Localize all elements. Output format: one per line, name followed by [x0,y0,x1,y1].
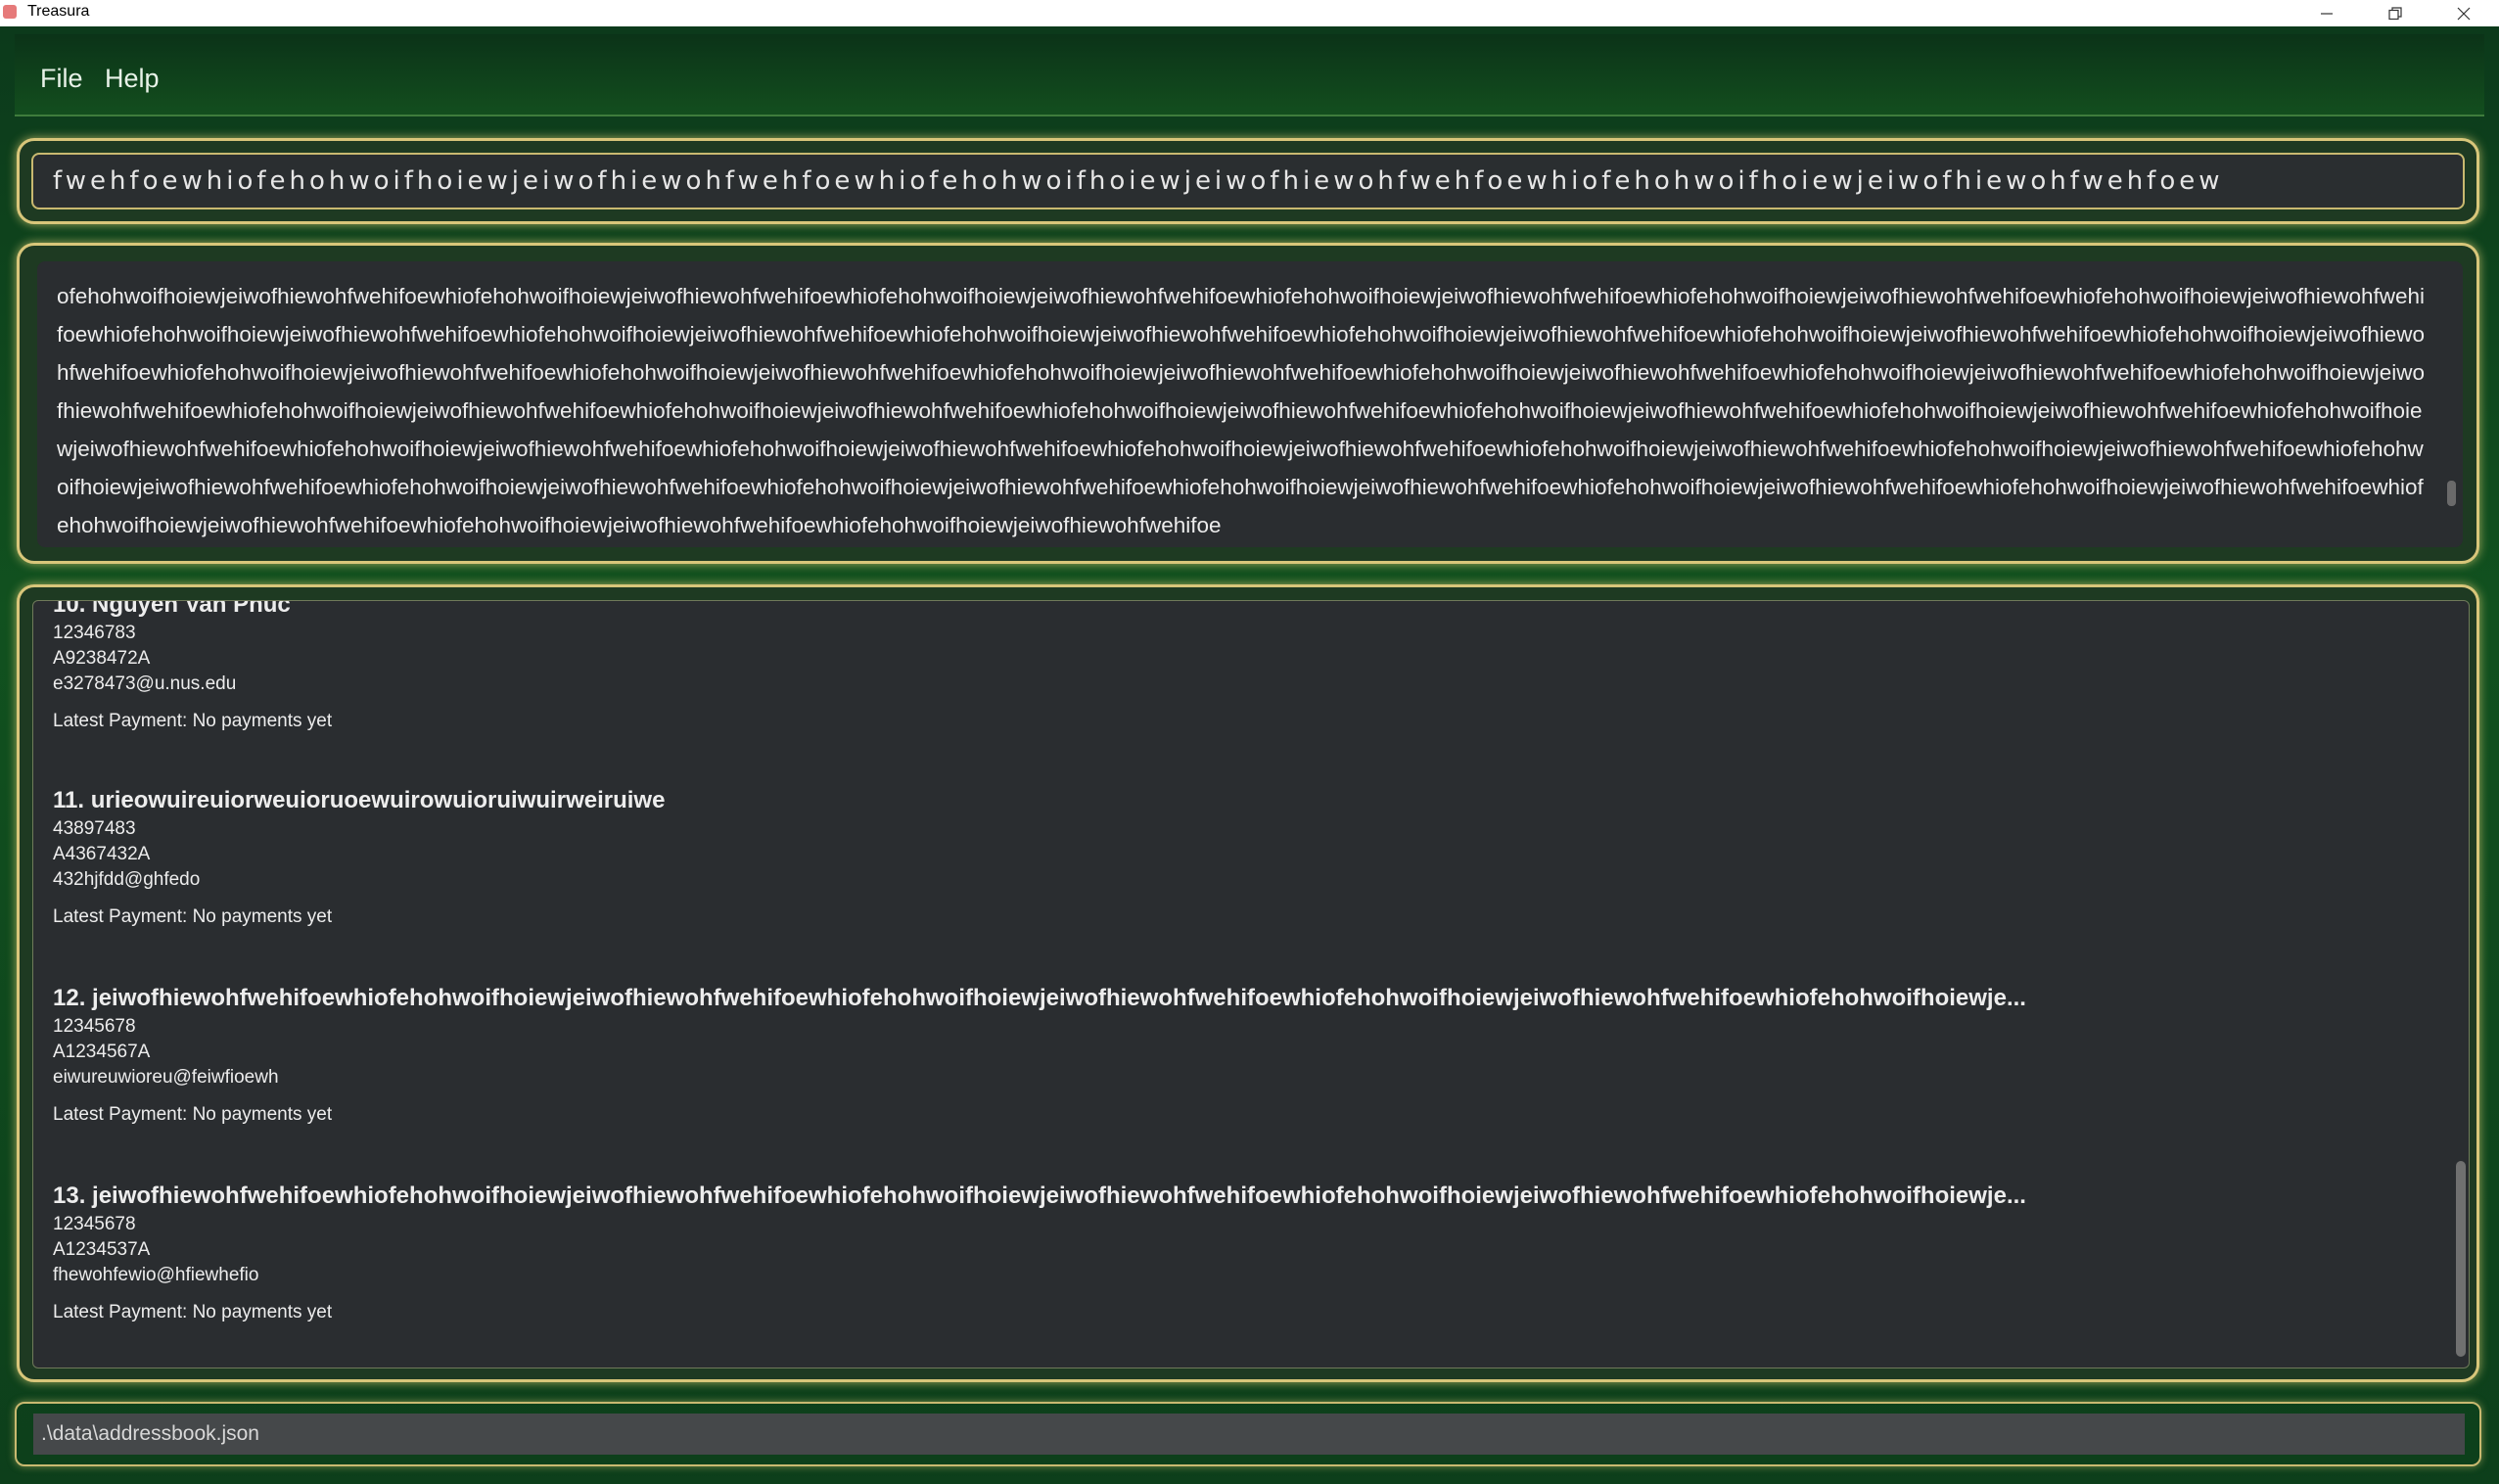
minimize-icon [2321,12,2333,15]
person-card[interactable]: 12. jeiwofhiewohfwehifoewhiofehohwoifhoi… [53,983,2441,1128]
title-bar: Treasura [0,0,2499,26]
person-payment: Latest Payment: No payments yet [53,1104,333,1125]
person-phone: 43897483 [53,818,136,839]
result-scrollbar-thumb[interactable] [2447,481,2456,506]
window-title: Treasura [27,3,90,20]
menu-bar: File Help [15,34,2484,116]
person-email: 432hjfdd@ghfedo [53,869,201,890]
person-phone: 12345678 [53,1214,136,1234]
person-nric: A4367432A [53,844,151,864]
list-scrollbar-thumb[interactable] [2456,1161,2466,1357]
result-display[interactable]: ofehohwoifhoiewjeiwofhiewohfwehifoewhiof… [37,261,2463,547]
person-card[interactable]: 11. urieowuireuiorweuioruoewuirowuioruiw… [53,785,2441,930]
person-email: eiwureuwioreu@feiwfioewh [53,1067,279,1088]
person-card[interactable]: 10. Nguyen Van Phuc 12346783 A9238472A e… [53,600,2441,734]
restore-icon [2388,6,2402,20]
restore-button[interactable] [2361,0,2430,26]
close-button[interactable] [2430,0,2498,26]
person-payment: Latest Payment: No payments yet [53,711,333,731]
person-name: 10. Nguyen Van Phuc [53,600,291,618]
person-nric: A9238472A [53,648,151,669]
result-display-panel: ofehohwoifhoiewjeiwofhiewohfwehifoewhiof… [17,243,2479,564]
command-box-panel: fwehfoewhiofehohwoifhoiewjeiwofhiewohfwe… [17,138,2479,224]
person-phone: 12346783 [53,623,136,643]
person-phone: 12345678 [53,1016,136,1037]
person-payment: Latest Payment: No payments yet [53,1302,333,1322]
person-name: 12. jeiwofhiewohfwehifoewhiofehohwoifhoi… [53,985,2026,1011]
person-email: e3278473@u.nus.edu [53,673,237,694]
save-location-path: .\data\addressbook.json [33,1414,2465,1455]
person-nric: A1234567A [53,1042,151,1062]
result-text: ofehohwoifhoiewjeiwofhiewohfwehifoewhiof… [57,284,2426,537]
person-email: fhewohfewio@hfiewhefio [53,1265,259,1285]
person-nric: A1234537A [53,1239,151,1260]
command-input[interactable]: fwehfoewhiofehohwoifhoiewjeiwofhiewohfwe… [31,153,2465,209]
person-list[interactable]: 10. Nguyen Van Phuc 12346783 A9238472A e… [32,600,2470,1368]
person-list-panel: 10. Nguyen Van Phuc 12346783 A9238472A e… [17,584,2479,1382]
menu-help[interactable]: Help [105,64,160,94]
person-name: 11. urieowuireuiorweuioruoewuirowuioruiw… [53,787,666,813]
person-payment: Latest Payment: No payments yet [53,906,333,927]
app-icon [3,5,17,19]
menu-file[interactable]: File [40,64,83,94]
person-card[interactable]: 13. jeiwofhiewohfwehifoewhiofehohwoifhoi… [53,1181,2441,1325]
close-icon [2457,7,2471,20]
status-bar: .\data\addressbook.json [15,1402,2481,1466]
person-name: 13. jeiwofhiewohfwehifoewhiofehohwoifhoi… [53,1183,2026,1209]
minimize-button[interactable] [2292,0,2361,26]
